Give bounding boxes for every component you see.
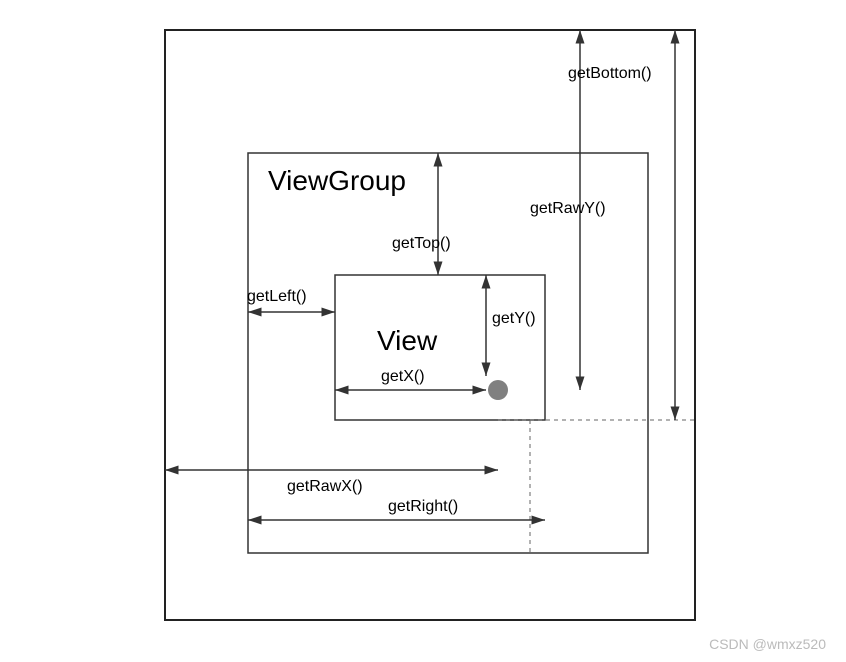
get-rawy-label: getRawY() [530, 200, 606, 218]
get-left-label: getLeft() [247, 288, 307, 306]
get-top-label: getTop() [392, 235, 451, 253]
get-x-label: getX() [381, 368, 425, 386]
get-right-label: getRight() [388, 498, 458, 516]
get-bottom-label: getBottom() [568, 65, 652, 83]
get-rawx-label: getRawX() [287, 478, 363, 496]
touch-point [488, 380, 508, 400]
viewgroup-title: ViewGroup [268, 165, 406, 197]
view-box [335, 275, 545, 420]
view-title: View [377, 325, 437, 357]
watermark: CSDN @wmxz520 [709, 636, 826, 652]
get-y-label: getY() [492, 310, 536, 328]
